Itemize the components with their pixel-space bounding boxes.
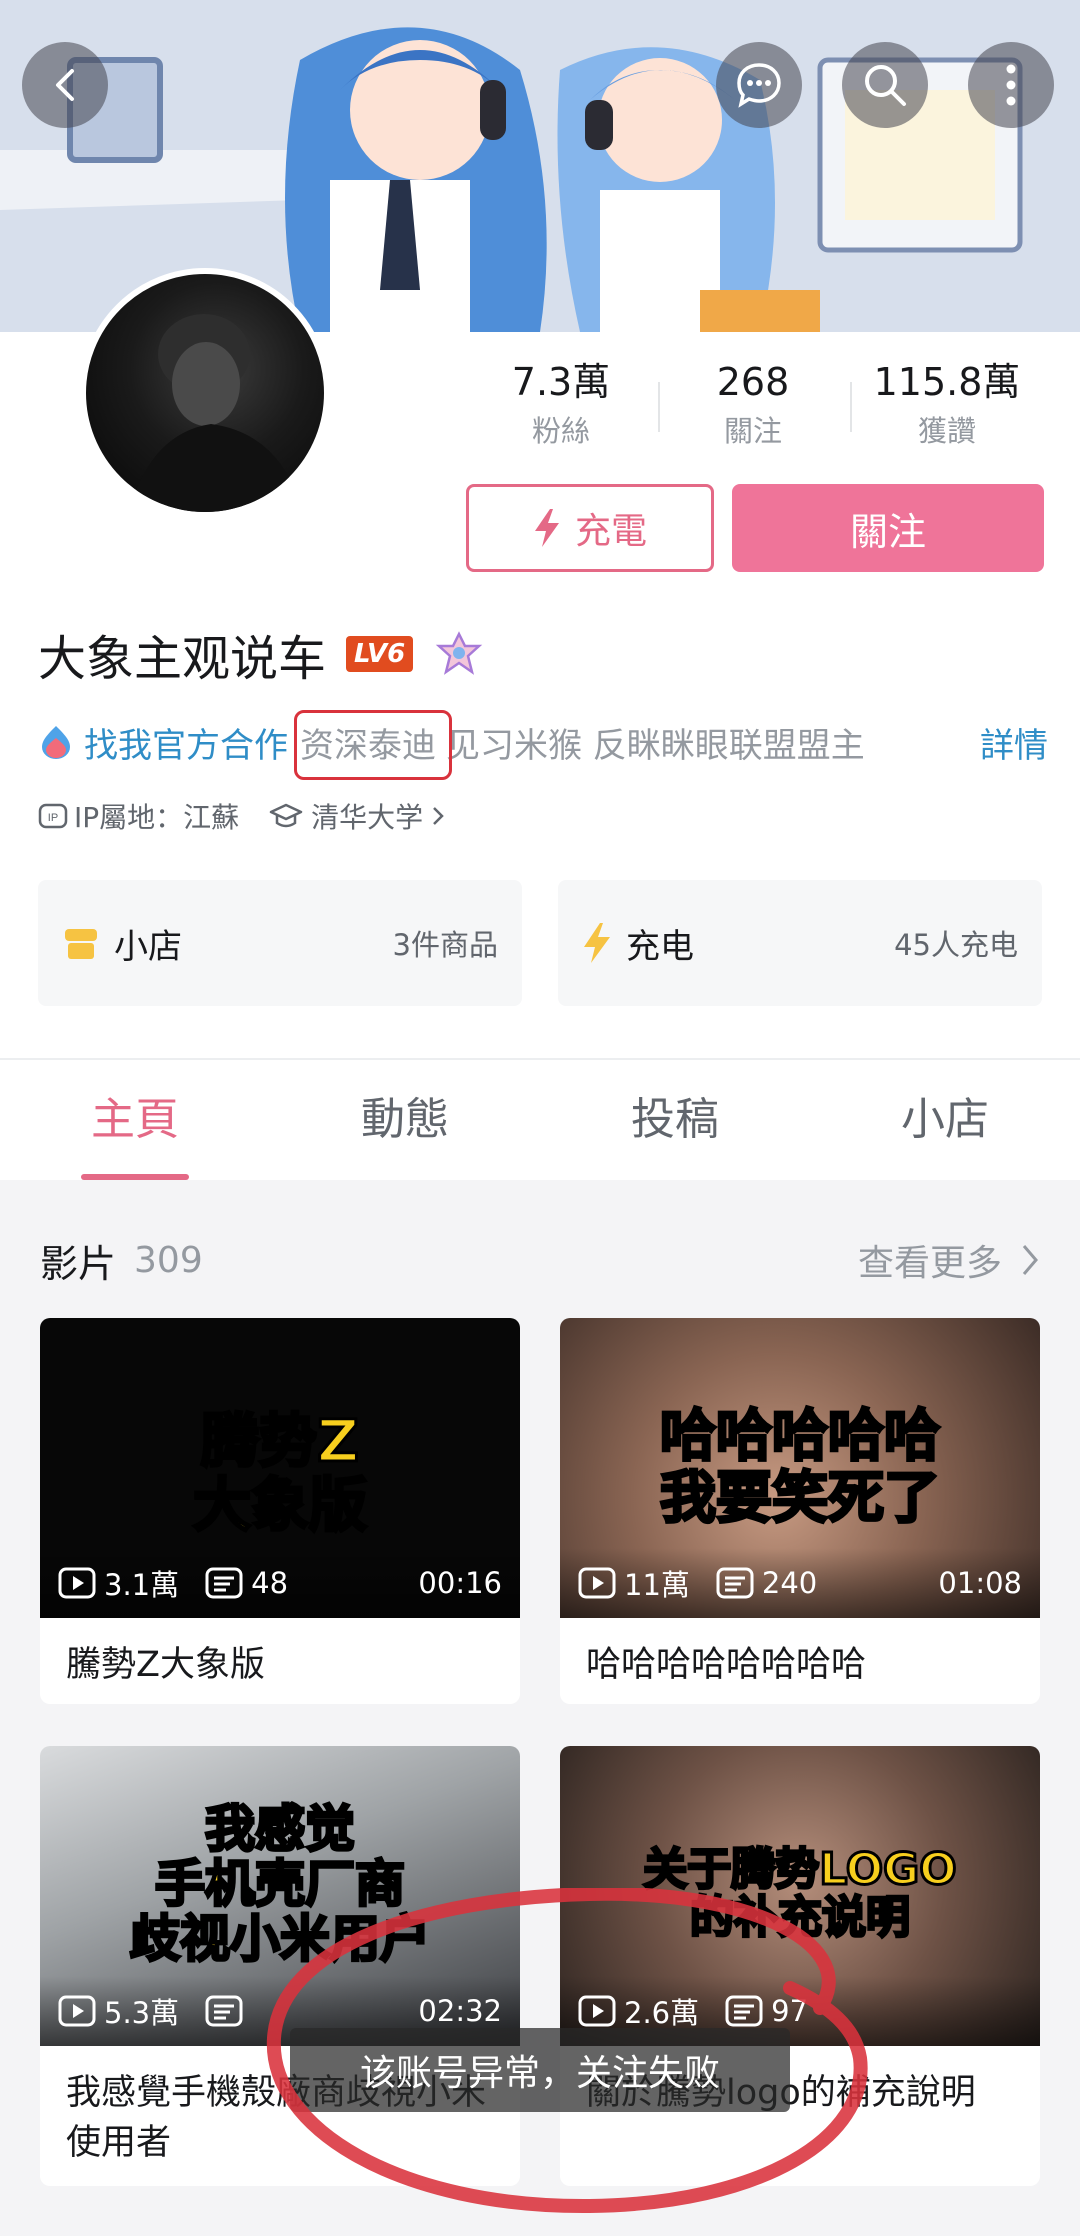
official-icon <box>42 726 70 759</box>
danmaku-icon <box>205 1995 243 2027</box>
comment-count-value: 97 <box>771 1994 809 2028</box>
video-title: 騰勢Z大象版 <box>66 1645 265 1685</box>
ip-icon: IP <box>38 803 68 829</box>
lightning-icon <box>534 509 559 547</box>
videos-header: 影片 309 查看更多 <box>40 1230 1040 1290</box>
videos-count: 309 <box>134 1239 203 1281</box>
avatar[interactable] <box>80 268 330 518</box>
video-thumbnail: 我感觉 手机壳厂商 歧视小米用户 5.3萬 02:32 <box>40 1746 520 2046</box>
stat-fans[interactable]: 7.3萬 粉絲 <box>466 358 656 452</box>
play-icon <box>578 1995 616 2027</box>
fans-label: 粉絲 <box>531 414 590 448</box>
danmaku-icon <box>725 1995 763 2027</box>
charge-button[interactable]: 充電 <box>466 484 714 572</box>
video-thumbnail: 哈哈哈哈哈 我要笑死了 11萬 240 01:08 <box>560 1318 1040 1618</box>
video-card[interactable]: 腾势Z 大象版 3.1萬 48 00:16 騰勢Z大象版 <box>40 1318 520 1704</box>
video-title: 哈哈哈哈哈哈哈哈 <box>586 1645 867 1685</box>
video-meta: 11萬 240 01:08 <box>560 1548 1040 1618</box>
see-more-link[interactable]: 查看更多 <box>858 1234 1040 1286</box>
medal-icon[interactable] <box>435 630 483 678</box>
following-count: 268 <box>716 360 790 404</box>
comment-count <box>205 1995 251 2027</box>
video-card[interactable]: 关于腾势LOGO 的补充说明 2.6萬 97 關於騰勢logo的補充說明 <box>560 1746 1040 2186</box>
shop-icon <box>65 929 97 959</box>
title-tag-others[interactable]: 见习米猴 反眯眯眼联盟盟主 <box>446 718 865 767</box>
play-count-value: 2.6萬 <box>624 1996 700 2030</box>
charge-card-count: 45人充电 <box>894 928 1018 962</box>
lightning-icon <box>584 923 610 963</box>
thumbnail-caption: 关于腾势LOGO 的补充说明 <box>642 1844 958 1944</box>
video-duration: 02:32 <box>418 1994 502 2028</box>
graduation-cap-icon <box>269 803 303 828</box>
thumbnail-caption: 我感觉 手机壳厂商 歧视小米用户 <box>129 1800 432 1968</box>
official-link[interactable]: 找我官方合作 <box>84 718 288 767</box>
video-meta: 3.1萬 48 00:16 <box>40 1548 520 1618</box>
location-row: IP IP屬地：江蘇 清华大学 <box>38 796 445 836</box>
danmaku-icon <box>716 1567 754 1599</box>
play-count: 5.3萬 <box>58 1990 179 2032</box>
play-count: 3.1萬 <box>58 1562 179 1604</box>
play-count: 2.6萬 <box>578 1990 699 2032</box>
chevron-right-icon <box>433 807 444 825</box>
school-name: 清华大学 <box>311 801 424 834</box>
chevron-right-icon <box>1022 1245 1038 1275</box>
stat-following[interactable]: 268 關注 <box>658 358 848 452</box>
video-duration: 01:08 <box>938 1566 1022 1600</box>
tab-home[interactable]: 主頁 <box>0 1060 270 1180</box>
stat-likes[interactable]: 115.8萬 獲讚 <box>852 358 1042 452</box>
tab-dynamics[interactable]: 動態 <box>270 1060 540 1180</box>
charge-button-label: 充電 <box>574 511 647 552</box>
level-badge: LV6 <box>346 636 414 672</box>
tab-shop[interactable]: 小店 <box>810 1060 1080 1180</box>
shop-card-title: 小店 <box>114 926 182 967</box>
play-icon <box>58 1995 96 2027</box>
charge-card[interactable]: 充电 45人充电 <box>558 880 1042 1006</box>
danmaku-icon <box>205 1567 243 1599</box>
title-tag-teddy[interactable]: 资深泰迪 <box>294 709 452 780</box>
comment-count-value: 240 <box>761 1566 818 1600</box>
comment-count: 97 <box>725 1994 808 2028</box>
fans-count: 7.3萬 <box>511 360 611 404</box>
profile-panel: 7.3萬 粉絲 268 關注 115.8萬 獲讚 充電 關注 大象主观说车 LV… <box>0 0 1080 1270</box>
comment-count-value: 48 <box>251 1566 289 1600</box>
play-count-value: 11萬 <box>624 1568 690 1602</box>
shop-card-count: 3件商品 <box>392 928 498 962</box>
play-icon <box>58 1567 96 1599</box>
username: 大象主观说车 <box>38 631 327 687</box>
follow-button-label: 關注 <box>849 509 926 554</box>
thumbnail-caption: 腾势Z 大象版 <box>191 1407 368 1539</box>
likes-label: 獲讚 <box>917 414 976 448</box>
thumbnail-caption: 哈哈哈哈哈 我要笑死了 <box>659 1404 942 1531</box>
name-row: 大象主观说车 LV6 <box>38 622 483 687</box>
video-duration: 00:16 <box>418 1566 502 1600</box>
likes-count: 115.8萬 <box>873 360 1021 404</box>
video-card[interactable]: 哈哈哈哈哈 我要笑死了 11萬 240 01:08 哈哈哈哈哈哈哈哈 <box>560 1318 1040 1704</box>
play-count: 11萬 <box>578 1562 690 1604</box>
shop-card[interactable]: 小店 3件商品 <box>38 880 522 1006</box>
tags-row: 找我官方合作 资深泰迪 见习米猴 反眯眯眼联盟盟主 詳情 <box>38 709 1048 780</box>
charge-card-title: 充电 <box>626 926 694 967</box>
detail-link[interactable]: 詳情 <box>980 718 1048 767</box>
school-link[interactable]: 清华大学 <box>269 796 445 836</box>
play-count-value: 3.1萬 <box>104 1568 180 1602</box>
ip-location: IP屬地：江蘇 <box>74 801 240 834</box>
follow-button[interactable]: 關注 <box>732 484 1044 572</box>
tab-uploads[interactable]: 投稿 <box>540 1060 810 1180</box>
comment-count: 48 <box>205 1566 288 1600</box>
annotation-circle <box>294 709 452 780</box>
svg-text:IP: IP <box>48 812 58 824</box>
video-thumbnail: 腾势Z 大象版 3.1萬 48 00:16 <box>40 1318 520 1618</box>
video-thumbnail: 关于腾势LOGO 的补充说明 2.6萬 97 <box>560 1746 1040 2046</box>
error-toast: 该账号异常，关注失败 <box>290 2028 790 2112</box>
videos-title: 影片 <box>40 1241 117 1286</box>
play-count-value: 5.3萬 <box>104 1996 180 2030</box>
comment-count: 240 <box>716 1566 817 1600</box>
following-label: 關注 <box>723 414 782 448</box>
profile-tabs: 主頁 動態 投稿 小店 <box>0 1060 1080 1180</box>
play-icon <box>578 1567 616 1599</box>
video-card[interactable]: 我感觉 手机壳厂商 歧视小米用户 5.3萬 02:32 我感覺手機殼廠商歧視小米… <box>40 1746 520 2186</box>
see-more-label: 查看更多 <box>857 1243 1002 1284</box>
